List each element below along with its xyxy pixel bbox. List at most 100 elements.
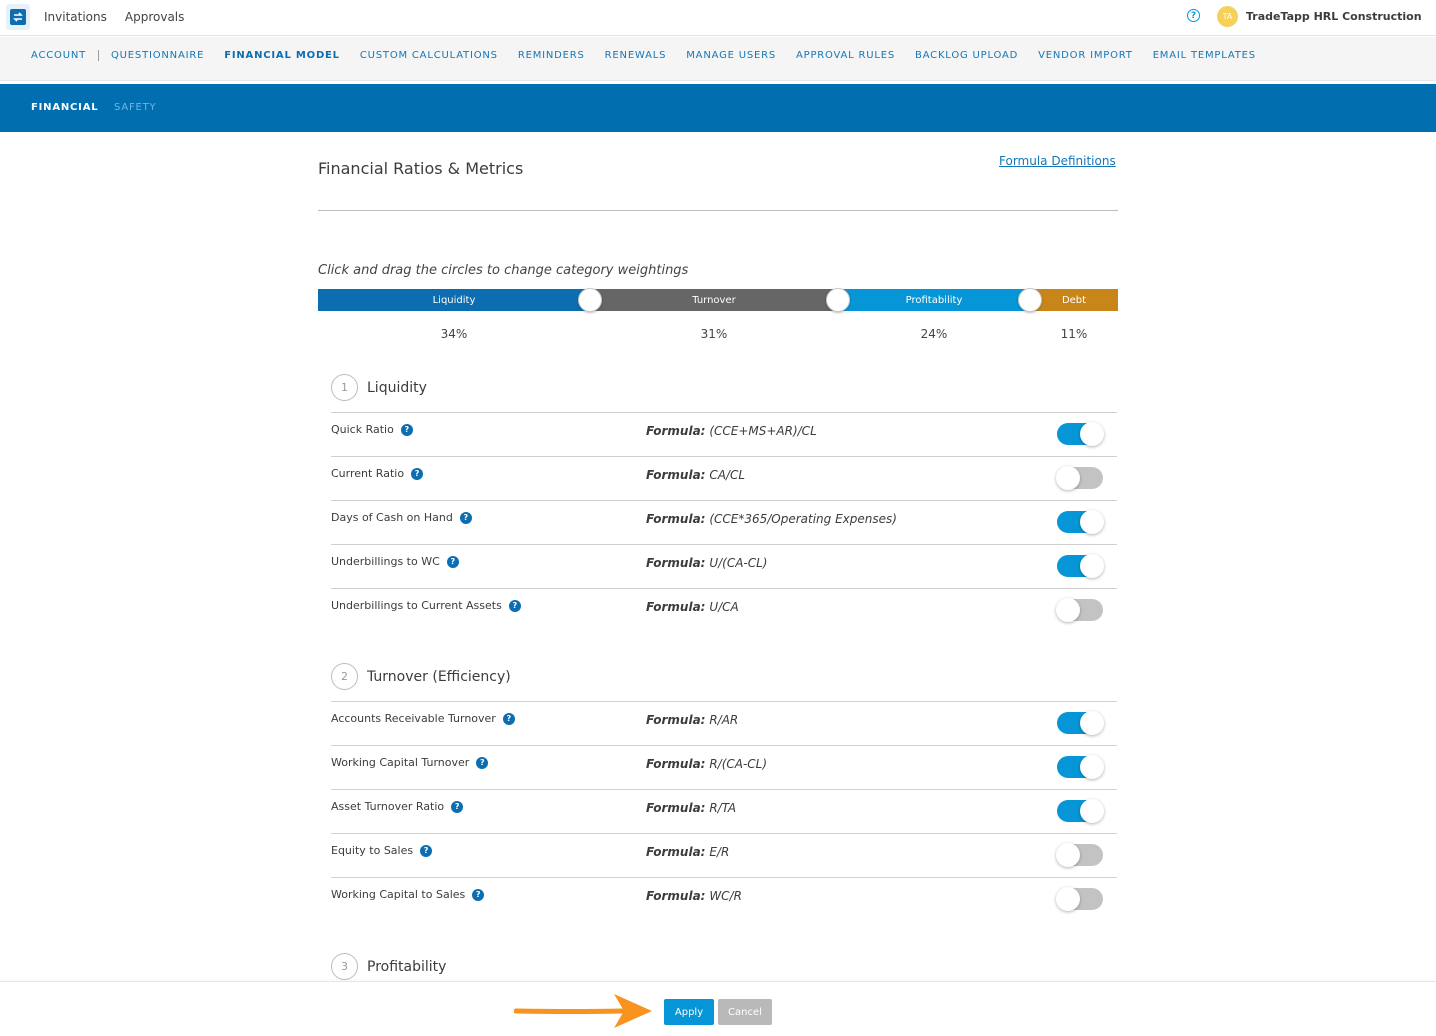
cancel-button[interactable]: Cancel (718, 999, 772, 1025)
nav-invitations[interactable]: Invitations (44, 10, 107, 24)
weight-drag-handle[interactable] (578, 288, 602, 312)
weight-percent-liquidity: 34% (440, 327, 468, 341)
metric-name-cell: Accounts Receivable Turnover? (331, 712, 515, 725)
weight-percent-debt: 11% (1060, 327, 1088, 341)
admin-tab-email-templates[interactable]: EMAIL TEMPLATES (1153, 50, 1256, 61)
action-footer: Apply Cancel (0, 981, 1436, 1036)
weight-drag-handle[interactable] (1018, 288, 1042, 312)
help-question-icon[interactable]: ? (446, 555, 459, 568)
admin-tab-approval-rules[interactable]: APPROVAL RULES (796, 50, 895, 61)
help-question-icon[interactable]: ? (476, 756, 489, 769)
toggle-knob (1080, 799, 1104, 823)
category-weights-slider[interactable]: Liquidity Turnover Profitability Debt (318, 288, 1118, 312)
metric-row: Underbillings to WC? Formula: U/(CA-CL) (331, 544, 1117, 588)
section-number: 1 (331, 374, 358, 401)
metric-toggle[interactable] (1056, 887, 1103, 911)
metric-toggle[interactable] (1057, 755, 1104, 779)
weight-segment-profitability: Profitability (838, 289, 1030, 311)
section-title: Profitability (367, 958, 447, 975)
metric-toggle[interactable] (1057, 711, 1104, 735)
formula-prefix: Formula: (646, 757, 706, 771)
formula-expression: R/(CA-CL) (709, 757, 768, 771)
company-name[interactable]: TradeTapp HRL Construction (1246, 10, 1422, 23)
formula-prefix: Formula: (646, 512, 706, 526)
toggle-knob (1080, 554, 1104, 578)
metric-row: Quick Ratio? Formula: (CCE+MS+AR)/CL (331, 412, 1117, 456)
metric-list: Quick Ratio? Formula: (CCE+MS+AR)/CL Curre… (331, 412, 1117, 632)
admin-tab-questionnaire[interactable]: QUESTIONNAIRE (111, 50, 204, 61)
top-bar: Invitations Approvals ? TA TradeTapp HRL… (0, 0, 1436, 36)
page-title: Financial Ratios & Metrics (318, 159, 524, 178)
metric-toggle[interactable] (1057, 510, 1104, 534)
weight-segment-debt: Debt (1030, 289, 1118, 311)
metric-toggle[interactable] (1056, 598, 1103, 622)
metric-row: Days of Cash on Hand? Formula: (CCE*365/O… (331, 500, 1117, 544)
admin-tab-backlog-upload[interactable]: BACKLOG UPLOAD (915, 50, 1018, 61)
metric-name: Current Ratio (331, 467, 405, 480)
admin-tab-manage-users[interactable]: MANAGE USERS (686, 50, 776, 61)
section-header: 3 Profitability (331, 953, 446, 980)
metric-toggle[interactable] (1057, 554, 1104, 578)
formula-prefix: Formula: (646, 713, 706, 727)
metric-toggle[interactable] (1057, 422, 1104, 446)
admin-tab-financial-model[interactable]: FINANCIAL MODEL (224, 50, 340, 61)
section-header: 1 Liquidity (331, 374, 427, 401)
formula-expression: WC/R (709, 889, 742, 903)
help-question-icon[interactable]: ? (451, 800, 464, 813)
apply-button[interactable]: Apply (664, 999, 714, 1025)
tab-safety[interactable]: SAFETY (114, 102, 156, 113)
metric-name: Days of Cash on Hand (331, 511, 453, 524)
tab-financial[interactable]: FINANCIAL (31, 102, 98, 113)
nav-approvals[interactable]: Approvals (125, 10, 185, 24)
metric-row: Accounts Receivable Turnover? Formula: R/… (331, 701, 1117, 745)
formula-expression: R/TA (709, 801, 737, 815)
metric-formula: Formula: E/R (646, 845, 729, 859)
help-question-icon[interactable]: ? (502, 712, 515, 725)
metric-name-cell: Equity to Sales? (331, 844, 433, 857)
metric-formula: Formula: U/(CA-CL) (646, 556, 767, 570)
formula-expression: (CCE+MS+AR)/CL (709, 424, 817, 438)
section-number: 3 (331, 953, 358, 980)
formula-expression: CA/CL (709, 468, 746, 482)
help-question-icon[interactable]: ? (420, 844, 433, 857)
metric-name-cell: Underbillings to WC? (331, 555, 459, 568)
metric-name-cell: Current Ratio? (331, 467, 424, 480)
metric-row: Equity to Sales? Formula: E/R (331, 833, 1117, 877)
toggle-knob (1080, 755, 1104, 779)
app-logo-icon[interactable] (6, 4, 30, 30)
admin-tab-vendor-import[interactable]: VENDOR IMPORT (1038, 50, 1133, 61)
formula-prefix: Formula: (646, 845, 706, 859)
formula-expression: U/(CA-CL) (709, 556, 768, 570)
metric-toggle[interactable] (1056, 843, 1103, 867)
metric-name: Working Capital Turnover (331, 756, 470, 769)
formula-definitions-link[interactable]: Formula Definitions (999, 154, 1116, 168)
admin-tab-custom-calculations[interactable]: CUSTOM CALCULATIONS (360, 50, 498, 61)
avatar[interactable]: TA (1217, 6, 1238, 27)
help-question-icon[interactable]: ? (472, 888, 485, 901)
formula-expression: R/AR (709, 713, 739, 727)
weight-segment-turnover: Turnover (590, 289, 838, 311)
formula-prefix: Formula: (646, 468, 706, 482)
admin-tab-reminders[interactable]: REMINDERS (518, 50, 585, 61)
help-question-icon[interactable]: ? (459, 511, 472, 524)
metric-formula: Formula: R/TA (646, 801, 736, 815)
help-icon[interactable]: ? (1187, 9, 1200, 22)
formula-prefix: Formula: (646, 801, 706, 815)
metric-name: Underbillings to WC (331, 555, 440, 568)
metric-toggle[interactable] (1056, 466, 1103, 490)
weight-drag-handle[interactable] (826, 288, 850, 312)
metric-name: Accounts Receivable Turnover (331, 712, 496, 725)
metric-toggle[interactable] (1057, 799, 1104, 823)
toggle-knob (1056, 598, 1080, 622)
help-question-icon[interactable]: ? (508, 599, 521, 612)
help-question-icon[interactable]: ? (411, 467, 424, 480)
annotation-arrow-icon (514, 994, 652, 1028)
admin-nav: ACCOUNT QUESTIONNAIRE FINANCIAL MODEL CUSTO… (0, 37, 1436, 81)
weight-label: Debt (1061, 294, 1087, 306)
formula-prefix: Formula: (646, 889, 706, 903)
admin-tab-account[interactable]: ACCOUNT (31, 50, 100, 61)
toggle-knob (1056, 887, 1080, 911)
help-question-icon[interactable]: ? (400, 423, 413, 436)
admin-tab-renewals[interactable]: RENEWALS (605, 50, 667, 61)
formula-expression: U/CA (709, 600, 739, 614)
